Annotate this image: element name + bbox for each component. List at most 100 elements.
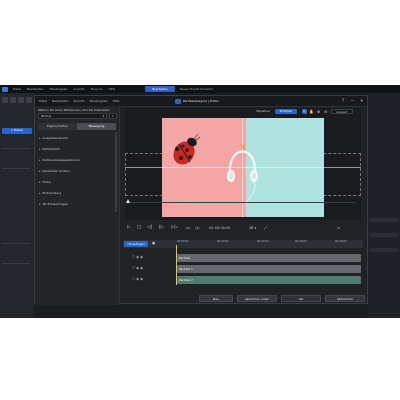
cursor-icon[interactable]: ↖ (302, 109, 307, 114)
track-visibility-icon[interactable]: ☐ ◉ ◉ (132, 266, 143, 270)
transitions-icon[interactable] (26, 97, 32, 103)
ok-button[interactable]: OK (281, 295, 321, 302)
main-menu-item[interactable]: Plug-ins (91, 87, 103, 91)
main-menu-item[interactable]: Datei (13, 87, 21, 91)
insert-button[interactable]: Einfügen (275, 109, 297, 114)
tab-motion[interactable]: Bewegung (77, 123, 116, 130)
particle-select[interactable]: Partikel ▾ (38, 113, 107, 119)
record-icon[interactable]: ● (152, 241, 155, 245)
timeline-clip[interactable]: Partikel 2 (177, 276, 361, 284)
section-3d-settings[interactable]: ▸ 3D-Einstellungen (39, 202, 68, 206)
particle-designer-dialog: Datei Bearbeiten Ansicht Wiedergabe Hilf… (34, 95, 369, 305)
dialog-menu-item[interactable]: Hilfe (113, 99, 120, 103)
zoom-in-icon[interactable]: ⊕ (316, 109, 321, 114)
next-key-icon[interactable]: ◇▷ (195, 224, 200, 232)
add-track-button[interactable]: Hinzufügen (124, 241, 148, 247)
dialog-menu-item[interactable]: Bearbeiten (52, 99, 68, 103)
track-visibility-icon[interactable]: ☐ ◉ ◉ (132, 277, 143, 281)
timeline-playhead[interactable] (176, 245, 177, 285)
timeline-track: ☐ ◉ ◉ Partikel 2 (123, 276, 363, 284)
hand-icon[interactable]: ✋ (309, 109, 314, 114)
3d-label: 3D (249, 226, 254, 230)
main-menu-item[interactable]: Ansicht (74, 87, 85, 91)
cancel-button[interactable]: Abbrechen (325, 295, 365, 302)
main-menu: Datei Bearbeiten Wiedergabe Ansicht Plug… (13, 87, 115, 91)
3d-toggle[interactable]: 3D ▾ (249, 224, 256, 232)
dialog-menu-item[interactable]: Datei (39, 99, 47, 103)
headphones-icon[interactable] (227, 150, 258, 205)
fit-icon[interactable]: ⤢ (264, 224, 267, 232)
ladybug-icon[interactable] (169, 133, 201, 168)
timeline-ruler[interactable]: 00:00:00 00:00:00 00:00:03 00:00:06 00:0… (177, 240, 363, 248)
help-icon[interactable]: ? (342, 98, 344, 103)
zoom-select-value: Anpas (336, 110, 346, 114)
dialog-menu: Datei Bearbeiten Ansicht Wiedergabe Hilf… (39, 99, 119, 103)
snapshot-icon[interactable]: ▭ (337, 224, 340, 232)
effects-icon[interactable] (10, 97, 16, 103)
dialog-footer: Neu Speichern unter OK Abbrechen (119, 295, 369, 303)
section-change-parameters[interactable]: ▸ Parameter ändern (39, 169, 70, 173)
project-title: Neues Projekt (Kreativ)* (180, 86, 214, 91)
add-media-button[interactable]: + Medien (2, 128, 32, 134)
timeline-track: ☐ ◉ ◉ Partikel 1 (123, 265, 363, 273)
minimize-icon[interactable]: ─ (351, 98, 353, 103)
dialog-menu-item[interactable]: Wiedergabe (90, 99, 108, 103)
section-particle-count[interactable]: ▸ Partikelzahl (39, 147, 60, 151)
section-label: Einblendung (42, 191, 62, 195)
dialog-title: Partikeldesigner | Editor (175, 98, 219, 104)
caret-right-icon: ▸ (39, 169, 41, 173)
dialog-title-text: Partikeldesigner | Editor (183, 99, 219, 103)
main-menu-item[interactable]: Wiedergabe (50, 87, 68, 91)
section-color[interactable]: ▸ Farbe (39, 180, 51, 184)
preview-area: Objektive Einfügen ↖ ✋ ⊕ ⊖ Anpas ▾ (125, 108, 361, 220)
new-button[interactable]: Neu (199, 295, 233, 302)
stop-icon[interactable]: □ (137, 224, 141, 232)
timeline-clip[interactable]: Partikel (177, 254, 361, 262)
timeline-clip[interactable]: Partikel 1 (177, 265, 361, 273)
dialog-menu-item[interactable]: Ansicht (74, 99, 85, 103)
preview-slider-track[interactable] (128, 202, 356, 203)
divider (2, 263, 30, 264)
main-menu-item[interactable]: Bearbeiten (27, 87, 43, 91)
titles-icon[interactable] (18, 97, 24, 103)
app-logo-icon (2, 86, 8, 92)
section-display-options[interactable]: ▸ Partikel-Anzeigeoptionen (39, 158, 80, 162)
edit-mode-tab[interactable]: Bearbeiten (145, 86, 175, 92)
main-menu-item[interactable]: Hilfe (108, 87, 115, 91)
save-as-button[interactable]: Speichern unter (237, 295, 277, 302)
guide-line (125, 167, 361, 168)
caret-right-icon: ▸ (39, 147, 41, 151)
edit-icon[interactable]: ✎ (109, 113, 117, 119)
section-label: Parameter ändern (42, 169, 70, 173)
section-emit-interval[interactable]: ▸ Ausgabeintervall (39, 136, 68, 140)
objects-button[interactable]: Objektive (253, 109, 273, 114)
preview-slider-handle[interactable] (126, 199, 130, 203)
track-visibility-icon[interactable]: ☐ ◉ ◉ (132, 255, 143, 259)
prev-frame-icon[interactable]: ◁| (147, 224, 152, 232)
zoom-select[interactable]: Anpas ▾ (331, 109, 353, 114)
tab-properties[interactable]: Eigenschaften (38, 123, 77, 130)
track-strip (370, 218, 398, 222)
properties-scrollbar[interactable] (115, 132, 117, 212)
section-fade-in[interactable]: ▸ Einblendung (39, 191, 61, 195)
properties-panel: Wählen Sie einen Partikel aus, den Sie b… (35, 106, 120, 305)
preview-toolbar: Objektive Einfügen ↖ ✋ ⊕ ⊖ Anpas ▾ (125, 108, 361, 116)
caret-right-icon: ▸ (39, 191, 41, 195)
prev-key-icon[interactable]: ◁◇ (185, 224, 190, 232)
caret-right-icon: ▸ (39, 180, 41, 184)
select-hint: Wählen Sie einen Partikel aus, den Sie b… (38, 108, 110, 112)
play-icon[interactable]: ▷ (127, 224, 130, 232)
media-icon[interactable] (2, 97, 8, 103)
particle-dot (276, 175, 278, 177)
close-icon[interactable]: ✕ (360, 98, 363, 103)
fast-forward-icon[interactable]: ▷▷ (171, 224, 178, 232)
section-label: Partikel-Anzeigeoptionen (42, 158, 80, 162)
timeline-track: ☐ ◉ ◉ Partikel (123, 254, 363, 262)
track-strip (370, 233, 398, 237)
section-label: Farbe (42, 180, 51, 184)
track-strip (370, 248, 398, 252)
zoom-out-icon[interactable]: ⊖ (323, 109, 328, 114)
next-frame-icon[interactable]: |▷ (159, 224, 164, 232)
ruler-tick: 00:00:03 (257, 240, 269, 243)
main-titlebar: Datei Bearbeiten Wiedergabe Ansicht Plug… (0, 85, 400, 93)
